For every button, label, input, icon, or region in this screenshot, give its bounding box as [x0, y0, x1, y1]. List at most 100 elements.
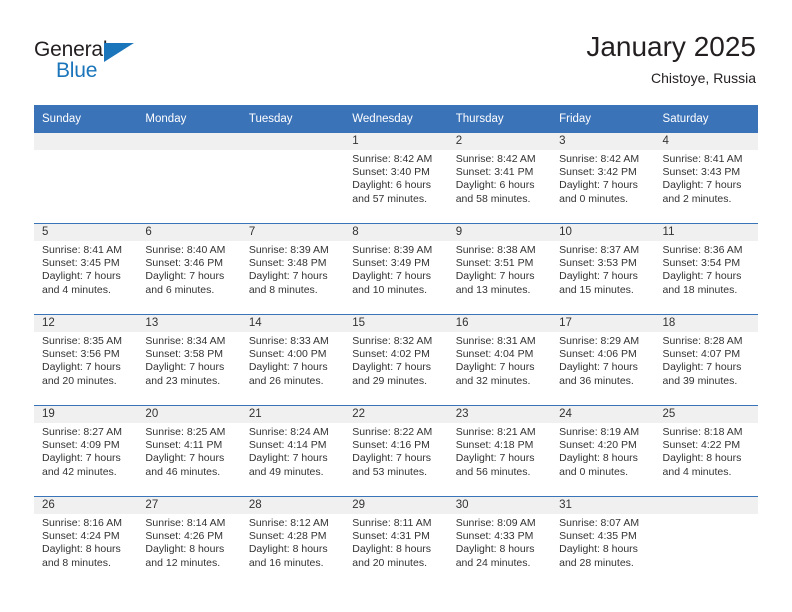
- day-number: 16: [447, 315, 552, 332]
- daylight-text-line2: and 12 minutes.: [145, 556, 221, 569]
- day-cell[interactable]: 17 Sunrise: 8:29 AM Sunset: 4:06 PM Dayligh…: [551, 314, 655, 406]
- day-cell[interactable]: 6 Sunrise: 8:40 AM Sunset: 3:46 PM Daylight…: [137, 223, 241, 315]
- day-cell[interactable]: 22 Sunrise: 8:22 AM Sunset: 4:16 PM Dayligh…: [344, 405, 448, 497]
- sunset-text: Sunset: 4:20 PM: [559, 439, 637, 452]
- day-cell[interactable]: [34, 133, 138, 224]
- daylight-text-line1: Daylight: 7 hours: [352, 452, 432, 465]
- day-number: 22: [344, 406, 448, 423]
- day-number: 12: [34, 315, 138, 332]
- day-number: 9: [447, 224, 552, 241]
- daylight-text-line2: and 8 minutes.: [42, 556, 111, 569]
- sunset-text: Sunset: 4:11 PM: [145, 439, 223, 452]
- sunset-text: Sunset: 4:07 PM: [662, 348, 741, 361]
- day-cell[interactable]: 12 Sunrise: 8:35 AM Sunset: 3:56 PM Dayligh…: [34, 314, 138, 406]
- day-cell[interactable]: [137, 133, 241, 224]
- day-cell[interactable]: 19 Sunrise: 8:27 AM Sunset: 4:09 PM Dayligh…: [34, 405, 138, 497]
- day-cell[interactable]: 21 Sunrise: 8:24 AM Sunset: 4:14 PM Dayligh…: [240, 405, 345, 497]
- sunrise-text: Sunrise: 8:14 AM: [145, 517, 226, 529]
- sunrise-text: Sunrise: 8:12 AM: [248, 517, 329, 529]
- weekday-header-friday: Friday: [551, 105, 655, 133]
- day-cell[interactable]: 15 Sunrise: 8:32 AM Sunset: 4:02 PM Dayligh…: [344, 314, 448, 406]
- daylight-text-line2: and 0 minutes.: [559, 192, 628, 205]
- sunrise-text: Sunrise: 8:18 AM: [662, 426, 743, 438]
- daylight-text-line2: and 24 minutes.: [455, 556, 531, 569]
- weekday-header-thursday: Thursday: [447, 105, 552, 133]
- day-cell[interactable]: 9 Sunrise: 8:38 AM Sunset: 3:51 PM Daylight…: [447, 223, 552, 315]
- day-cell[interactable]: 23 Sunrise: 8:21 AM Sunset: 4:18 PM Dayligh…: [447, 405, 552, 497]
- day-cell[interactable]: 8 Sunrise: 8:39 AM Sunset: 3:49 PM Daylight…: [344, 223, 448, 315]
- daylight-text-line1: Daylight: 7 hours: [559, 270, 638, 283]
- day-number: 2: [447, 133, 552, 150]
- day-cell[interactable]: [654, 496, 758, 587]
- day-cell[interactable]: 11 Sunrise: 8:36 AM Sunset: 3:54 PM Dayligh…: [654, 223, 758, 315]
- daylight-text-line2: and 56 minutes.: [455, 465, 531, 478]
- day-number: 17: [551, 315, 655, 332]
- daylight-text-line2: and 20 minutes.: [42, 374, 117, 387]
- day-cell[interactable]: 18 Sunrise: 8:28 AM Sunset: 4:07 PM Dayligh…: [654, 314, 758, 406]
- day-number: 14: [240, 315, 345, 332]
- daylight-text-line2: and 13 minutes.: [455, 283, 531, 296]
- week-row: 12 Sunrise: 8:35 AM Sunset: 3:56 PM Dayligh…: [34, 314, 758, 406]
- daylight-text-line2: and 4 minutes.: [42, 283, 111, 296]
- day-cell[interactable]: 13 Sunrise: 8:34 AM Sunset: 3:58 PM Dayligh…: [137, 314, 241, 406]
- daylight-text-line1: Daylight: 7 hours: [455, 270, 535, 283]
- day-cell[interactable]: 4 Sunrise: 8:41 AM Sunset: 3:43 PM Daylight…: [654, 133, 758, 224]
- sunset-text: Sunset: 4:22 PM: [662, 439, 741, 452]
- day-cell[interactable]: 5 Sunrise: 8:41 AM Sunset: 3:45 PM Daylight…: [34, 223, 138, 315]
- sunset-text: Sunset: 3:58 PM: [145, 348, 224, 361]
- day-number: [137, 133, 241, 150]
- day-number: 19: [34, 406, 138, 423]
- day-cell[interactable]: 27 Sunrise: 8:14 AM Sunset: 4:26 PM Dayligh…: [137, 496, 241, 587]
- day-cell[interactable]: 26 Sunrise: 8:16 AM Sunset: 4:24 PM Dayligh…: [34, 496, 138, 587]
- daylight-text-line1: Daylight: 6 hours: [455, 179, 535, 192]
- calendar-body: 1 Sunrise: 8:42 AM Sunset: 3:40 PM Daylight…: [34, 133, 758, 587]
- day-cell[interactable]: 7 Sunrise: 8:39 AM Sunset: 3:48 PM Daylight…: [240, 223, 345, 315]
- sunset-text: Sunset: 3:49 PM: [352, 257, 430, 270]
- daylight-text-line2: and 16 minutes.: [248, 556, 324, 569]
- sunset-text: Sunset: 3:53 PM: [559, 257, 637, 270]
- weekday-header-sunday: Sunday: [34, 105, 138, 133]
- calendar-header-row: Sunday Monday Tuesday Wednesday Thursday…: [34, 105, 758, 133]
- daylight-text-line2: and 6 minutes.: [145, 283, 215, 296]
- day-number: 7: [240, 224, 345, 241]
- daylight-text-line2: and 8 minutes.: [248, 283, 318, 296]
- sunrise-text: Sunrise: 8:35 AM: [42, 335, 122, 347]
- day-cell[interactable]: 29 Sunrise: 8:11 AM Sunset: 4:31 PM Dayligh…: [344, 496, 448, 587]
- day-cell[interactable]: [240, 133, 345, 224]
- day-cell[interactable]: 20 Sunrise: 8:25 AM Sunset: 4:11 PM Dayligh…: [137, 405, 241, 497]
- daylight-text-line1: Daylight: 7 hours: [248, 361, 328, 374]
- daylight-text-line2: and 15 minutes.: [559, 283, 634, 296]
- sunrise-text: Sunrise: 8:33 AM: [248, 335, 329, 347]
- sunrise-text: Sunrise: 8:42 AM: [352, 153, 433, 165]
- day-cell[interactable]: 24 Sunrise: 8:19 AM Sunset: 4:20 PM Dayligh…: [551, 405, 655, 497]
- daylight-text-line2: and 39 minutes.: [662, 374, 738, 387]
- sunrise-text: Sunrise: 8:41 AM: [42, 244, 122, 256]
- sunset-text: Sunset: 3:45 PM: [42, 257, 120, 270]
- day-cell[interactable]: 16 Sunrise: 8:31 AM Sunset: 4:04 PM Dayligh…: [447, 314, 552, 406]
- sunset-text: Sunset: 4:33 PM: [455, 530, 534, 543]
- daylight-text-line2: and 57 minutes.: [352, 192, 427, 205]
- day-cell[interactable]: 30 Sunrise: 8:09 AM Sunset: 4:33 PM Dayligh…: [447, 496, 552, 587]
- sunrise-text: Sunrise: 8:28 AM: [662, 335, 743, 347]
- daylight-text-line1: Daylight: 7 hours: [248, 270, 328, 283]
- day-cell[interactable]: 14 Sunrise: 8:33 AM Sunset: 4:00 PM Dayligh…: [240, 314, 345, 406]
- day-number: 20: [137, 406, 241, 423]
- day-cell[interactable]: 2 Sunrise: 8:42 AM Sunset: 3:41 PM Daylight…: [447, 133, 552, 224]
- daylight-text-line1: Daylight: 8 hours: [145, 543, 225, 556]
- day-cell[interactable]: 31 Sunrise: 8:07 AM Sunset: 4:35 PM Dayligh…: [551, 496, 655, 587]
- sunset-text: Sunset: 4:02 PM: [352, 348, 430, 361]
- daylight-text-line2: and 18 minutes.: [662, 283, 738, 296]
- day-cell[interactable]: 10 Sunrise: 8:37 AM Sunset: 3:53 PM Dayligh…: [551, 223, 655, 315]
- day-cell[interactable]: 25 Sunrise: 8:18 AM Sunset: 4:22 PM Dayligh…: [654, 405, 758, 497]
- day-cell[interactable]: 1 Sunrise: 8:42 AM Sunset: 3:40 PM Daylight…: [344, 133, 448, 224]
- day-number: 4: [654, 133, 758, 150]
- weekday-header-saturday: Saturday: [654, 105, 758, 133]
- day-cell[interactable]: 28 Sunrise: 8:12 AM Sunset: 4:28 PM Dayligh…: [240, 496, 345, 587]
- day-cell[interactable]: 3 Sunrise: 8:42 AM Sunset: 3:42 PM Daylight…: [551, 133, 655, 224]
- daylight-text-line1: Daylight: 7 hours: [42, 361, 121, 374]
- day-number: 13: [137, 315, 241, 332]
- daylight-text-line1: Daylight: 8 hours: [662, 452, 742, 465]
- day-number: 18: [654, 315, 758, 332]
- daylight-text-line1: Daylight: 8 hours: [559, 452, 638, 465]
- daylight-text-line2: and 28 minutes.: [559, 556, 634, 569]
